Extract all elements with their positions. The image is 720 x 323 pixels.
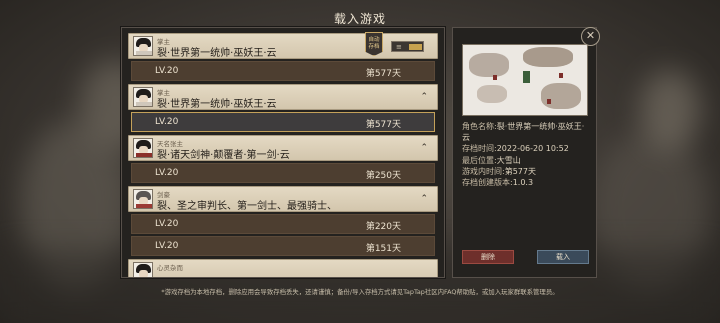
save-level: LV.20 <box>155 117 179 127</box>
save-days: 第577天 <box>365 120 401 130</box>
character-title: 心灵杂而 <box>157 264 183 272</box>
character-name: 裂·世界第一统帅·巫妖王·云 <box>157 99 277 110</box>
save-group-header[interactable]: 剑豪 裂、圣之审判长、第一剑士、最强骑士、 ⌃ <box>128 186 438 212</box>
footer-note: *游戏存档为本地存档，删除应用会导致存档丢失，还请谨慎；备份/导入存档方式请见T… <box>161 288 559 296</box>
chevron-up-icon[interactable]: ⌃ <box>420 92 428 102</box>
save-level: LV.20 <box>155 66 179 76</box>
save-slot-row[interactable]: LV.20 第151天 <box>131 236 435 256</box>
player-marker <box>523 71 530 83</box>
portrait-icon <box>133 138 153 158</box>
save-level: LV.20 <box>155 168 179 178</box>
info-game-time: 游戏内时间:第577天 <box>462 166 536 176</box>
character-name: 裂·诸天剑神·颠覆者·第一剑·云 <box>157 150 290 161</box>
autosave-toggle[interactable]: ≡ <box>391 41 424 52</box>
delete-button[interactable]: 删除 <box>462 250 514 264</box>
background-figure <box>640 70 700 150</box>
info-last-location: 最后位置:大雪山 <box>462 155 521 165</box>
save-days: 第151天 <box>365 244 401 254</box>
save-slot-row[interactable]: LV.20 第577天 <box>131 61 435 81</box>
character-name: 裂、圣之审判长、第一剑士、最强骑士、 <box>157 201 337 212</box>
info-character-name: 角色名称:裂·世界第一统帅·巫妖王·云 <box>462 122 585 143</box>
info-save-time: 存档时间:2022-06-20 10:52 <box>462 144 569 154</box>
screen-title: 载入游戏 <box>333 12 386 26</box>
save-list-panel: 掌主 裂·世界第一统帅·巫妖王·云 自动 存档 ≡ LV.20 第577天 掌主… <box>121 27 445 278</box>
menu-lines-icon: ≡ <box>396 43 402 51</box>
save-level: LV.20 <box>155 241 179 251</box>
save-info: 角色名称:裂·世界第一统帅·巫妖王·云 存档时间:2022-06-20 10:5… <box>462 121 592 188</box>
save-days: 第250天 <box>365 171 401 181</box>
character-name: 裂·世界第一统帅·巫妖王·云 <box>157 48 277 59</box>
info-version: 存档创建版本:1.0.3 <box>462 178 534 188</box>
autosave-badge: 自动 存档 <box>365 32 383 56</box>
portrait-icon <box>133 87 153 107</box>
save-group-header[interactable]: 心灵杂而 <box>128 259 438 277</box>
toggle-knob <box>409 44 422 50</box>
save-group: 掌主 裂·世界第一统帅·巫妖王·云 ⌃ LV.20 第577天 <box>128 84 438 132</box>
save-detail-panel: 角色名称:裂·世界第一统帅·巫妖王·云 存档时间:2022-06-20 10:5… <box>452 27 597 278</box>
portrait-icon <box>133 36 153 56</box>
save-group: 掌主 裂·世界第一统帅·巫妖王·云 自动 存档 ≡ LV.20 第577天 <box>128 32 438 81</box>
save-slot-row-selected[interactable]: LV.20 第577天 <box>131 112 435 132</box>
save-slot-row[interactable]: LV.20 第250天 <box>131 163 435 183</box>
save-days: 第220天 <box>365 222 401 232</box>
save-group-header[interactable]: 天名张主 裂·诸天剑神·颠覆者·第一剑·云 ⌃ <box>128 135 438 161</box>
portrait-icon <box>133 262 153 277</box>
chevron-up-icon[interactable]: ⌃ <box>420 143 428 153</box>
save-group-header[interactable]: 掌主 裂·世界第一统帅·巫妖王·云 自动 存档 ≡ <box>128 32 438 59</box>
close-icon[interactable]: ✕ <box>581 27 600 46</box>
save-group-header[interactable]: 掌主 裂·世界第一统帅·巫妖王·云 ⌃ <box>128 84 438 110</box>
save-slot-row[interactable]: LV.20 第220天 <box>131 214 435 234</box>
load-button[interactable]: 载入 <box>537 250 589 264</box>
save-days: 第577天 <box>365 69 401 79</box>
chevron-up-icon[interactable]: ⌃ <box>420 194 428 204</box>
save-group: 剑豪 裂、圣之审判长、第一剑士、最强骑士、 ⌃ LV.20 第220天 LV.2… <box>128 186 438 256</box>
save-level: LV.20 <box>155 219 179 229</box>
save-group: 天名张主 裂·诸天剑神·颠覆者·第一剑·云 ⌃ LV.20 第250天 <box>128 135 438 183</box>
save-thumbnail <box>462 44 588 116</box>
save-group: 心灵杂而 <box>128 259 438 277</box>
portrait-icon <box>133 189 153 209</box>
